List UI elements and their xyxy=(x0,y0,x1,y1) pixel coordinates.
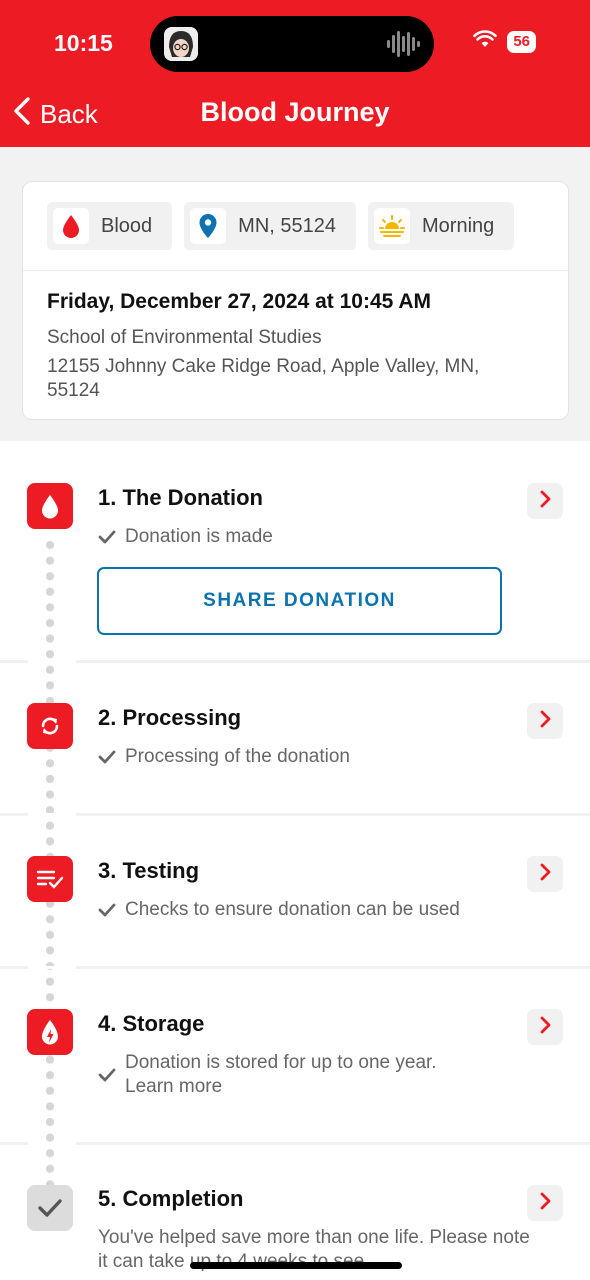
battery-indicator: 56 xyxy=(507,30,536,53)
step-status: Checks to ensure donation can be used xyxy=(98,898,460,922)
dynamic-island xyxy=(150,16,434,72)
share-donation-button[interactable]: SHARE DONATION xyxy=(97,567,502,635)
step-status: Donation is stored for up to one year. L… xyxy=(98,1051,518,1099)
chevron-right-icon xyxy=(539,863,551,886)
chevron-right-icon xyxy=(539,1192,551,1215)
donation-info-card: Blood MN, 55124 Morning Friday, December… xyxy=(22,181,569,420)
check-icon xyxy=(98,898,117,922)
step-status-text: Processing of the donation xyxy=(125,746,350,767)
divider-gap xyxy=(28,966,76,969)
location-pin-icon xyxy=(190,208,227,244)
chevron-right-icon xyxy=(539,710,551,733)
refresh-icon xyxy=(27,703,73,749)
check-icon xyxy=(98,745,117,769)
checklist-icon xyxy=(27,856,73,902)
check-icon xyxy=(98,525,117,549)
divider xyxy=(23,270,568,271)
blood-drop-icon xyxy=(27,483,73,529)
step-title: 2. Processing xyxy=(98,705,242,730)
page-title: Blood Journey xyxy=(200,97,390,127)
step-status-text[interactable]: Donation is stored for up to one year. L… xyxy=(125,1051,485,1099)
divider xyxy=(0,966,590,969)
chip-time-of-day: Morning xyxy=(368,202,515,250)
step-status: Processing of the donation xyxy=(98,745,350,769)
blood-drop-icon xyxy=(53,208,89,244)
step-detail-button[interactable] xyxy=(527,703,563,739)
divider xyxy=(0,1142,590,1145)
step-title: 5. Completion xyxy=(98,1186,244,1211)
checkmark-icon xyxy=(27,1185,73,1231)
status-icons: 56 xyxy=(473,30,536,53)
donation-date: Friday, December 27, 2024 at 10:45 AM xyxy=(47,290,432,313)
divider-gap xyxy=(28,1142,76,1145)
sunrise-icon xyxy=(374,208,410,244)
chip-location: MN, 55124 xyxy=(184,202,356,250)
divider-gap xyxy=(28,813,76,816)
donation-place: School of Environmental Studies xyxy=(47,327,322,348)
step-detail-button[interactable] xyxy=(527,1185,563,1221)
divider-gap xyxy=(28,660,76,663)
donation-address: 12155 Johnny Cake Ridge Road, Apple Vall… xyxy=(47,356,480,401)
home-indicator xyxy=(190,1262,402,1269)
step-detail-button[interactable] xyxy=(527,856,563,892)
step-title: 1. The Donation xyxy=(98,485,263,510)
step-detail-button[interactable] xyxy=(527,1009,563,1045)
step-title: 4. Storage xyxy=(98,1011,205,1036)
status-time: 10:15 xyxy=(54,30,113,56)
drop-storage-icon xyxy=(27,1009,73,1055)
divider xyxy=(0,813,590,816)
step-title: 3. Testing xyxy=(98,858,200,883)
step-status: Donation is made xyxy=(98,525,273,549)
chevron-right-icon xyxy=(539,1016,551,1039)
step-status-text: Checks to ensure donation can be used xyxy=(125,899,460,920)
journey-steps: 1. The Donation Donation is made SHARE D… xyxy=(0,441,590,1280)
chip-donation-type: Blood xyxy=(47,202,173,250)
audio-wave-icon xyxy=(386,29,420,59)
chip-label: Morning xyxy=(422,214,495,237)
divider xyxy=(0,660,590,663)
step-detail-button[interactable] xyxy=(527,483,563,519)
chevron-right-icon xyxy=(539,490,551,513)
header: 10:15 56 Back Blood Journey xyxy=(0,0,590,147)
step-status-text: Donation is made xyxy=(125,526,273,547)
chip-label: MN, 55124 xyxy=(238,214,336,237)
chip-label: Blood xyxy=(101,214,153,237)
wifi-icon xyxy=(473,30,498,53)
donation-chips: Blood MN, 55124 Morning xyxy=(47,202,515,250)
avatar-icon xyxy=(164,27,198,61)
check-icon xyxy=(98,1051,117,1099)
